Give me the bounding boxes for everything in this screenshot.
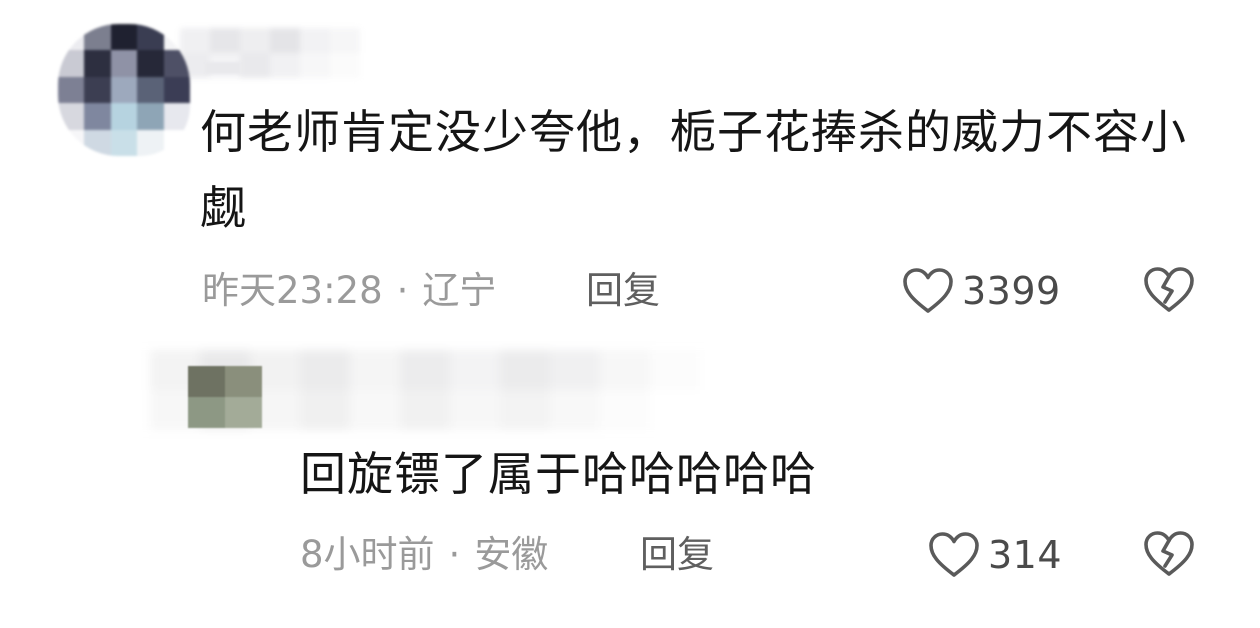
comment-text: 回旋镖了属于哈哈哈哈哈 [300, 447, 817, 501]
heart-outline-icon [902, 267, 954, 315]
dislike-button[interactable] [1143, 266, 1195, 314]
comment-location: 安徽 [474, 533, 549, 576]
like-count: 3399 [962, 269, 1061, 313]
comment-meta: 8小时前 · 安徽 [300, 530, 548, 580]
username-fragment-blurred [205, 62, 241, 74]
dislike-button[interactable] [1143, 530, 1195, 578]
like-button[interactable]: 314 [928, 530, 1062, 580]
comment-meta: 昨天23:28 · 辽宁 [202, 266, 496, 316]
avatar-blurred[interactable] [188, 366, 262, 428]
broken-heart-icon [1143, 266, 1195, 314]
meta-separator: · [396, 269, 409, 312]
comment-time: 8小时前 [300, 533, 435, 576]
comment-text: 何老师肯定没少夸他，栀子花捧杀的威力不容小觑 [200, 105, 1187, 235]
broken-heart-icon [1143, 530, 1195, 578]
avatar-blurred[interactable] [58, 24, 190, 156]
meta-separator: · [448, 533, 461, 576]
comment-list: 何老师肯定没少夸他，栀子花捧杀的威力不容小觑 昨天23:28 · 辽宁 回复 339… [0, 0, 1260, 628]
heart-outline-icon [928, 531, 980, 579]
like-count: 314 [988, 533, 1063, 577]
reply-button[interactable]: 回复 [586, 266, 660, 316]
like-button[interactable]: 3399 [902, 266, 1061, 316]
comment-time: 昨天23:28 [202, 269, 383, 312]
comment-location: 辽宁 [422, 269, 497, 312]
reply-button[interactable]: 回复 [640, 530, 714, 580]
